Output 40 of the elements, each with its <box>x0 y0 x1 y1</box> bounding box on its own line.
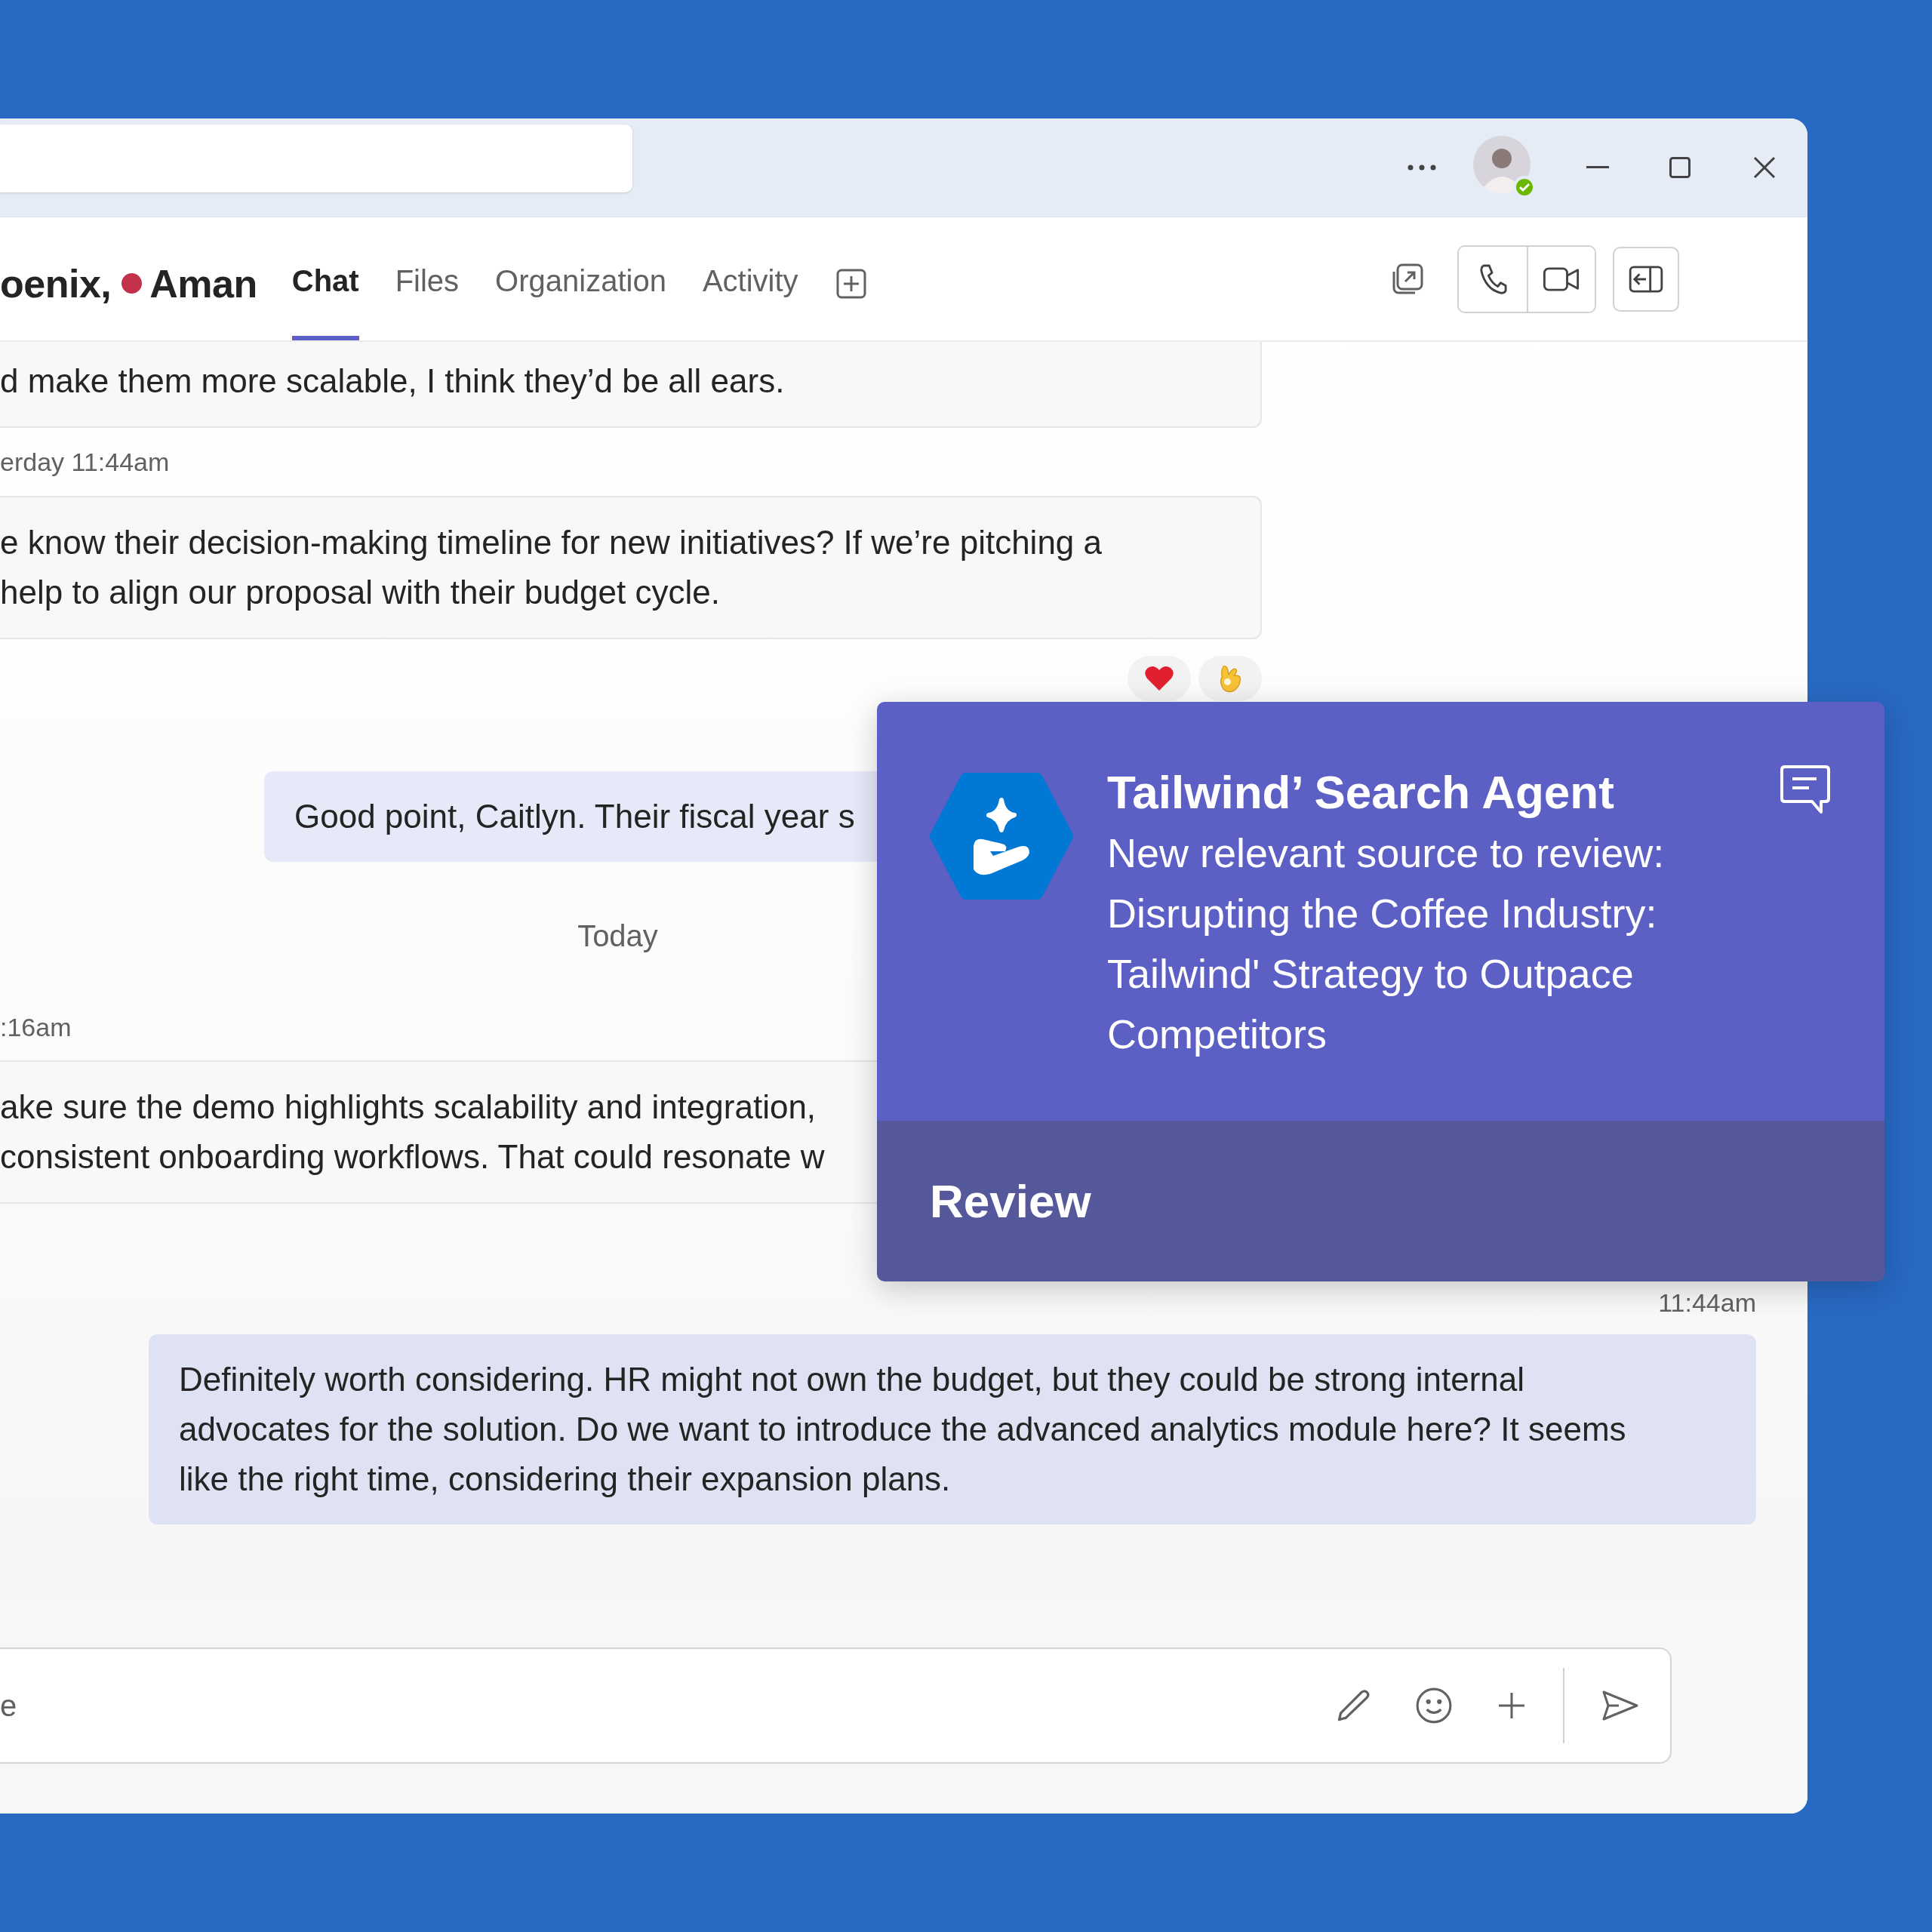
message-text: e know their decision-making timeline for new initiatives? If we’re pitching a <box>0 523 1102 562</box>
participant-name: oenix, <box>0 260 112 306</box>
participant-name: Aman <box>149 260 257 306</box>
notification-title: Tailwind’ Search Agent <box>1107 765 1615 820</box>
search-field[interactable] <box>0 125 632 192</box>
message-text: like the right time, considering their expansion plans. <box>179 1460 951 1499</box>
message-text: help to align our proposal with their budget cycle. <box>0 573 720 612</box>
more-icon[interactable] <box>1407 164 1437 171</box>
side-panel-button[interactable] <box>1613 246 1679 312</box>
maximize-icon[interactable] <box>1669 157 1690 178</box>
tab[interactable]: Files <box>395 217 460 340</box>
message-text: consistent onboarding workflows. That could resonate w <box>0 1137 825 1177</box>
heart-icon <box>1144 665 1174 692</box>
minimize-icon[interactable] <box>1586 166 1609 169</box>
message-text: ake sure the demo highlights scalability and integration, <box>0 1088 817 1127</box>
hexagon-hand-icon <box>930 771 1073 901</box>
message-field[interactable]: e <box>0 1688 1291 1723</box>
timestamp: :16am <box>0 1012 72 1043</box>
tab[interactable]: Activity <box>702 217 798 340</box>
phone-icon <box>1478 263 1507 295</box>
pop-out-icon[interactable] <box>1391 262 1424 296</box>
timestamp: erday 11:44am <box>0 447 170 478</box>
message-text: d make them more scalable, I think they’d be all ears. <box>0 361 785 401</box>
video-camera-icon <box>1543 266 1580 291</box>
date-divider: Today <box>577 918 658 954</box>
timestamp: 11:44am <box>1658 1287 1756 1318</box>
message-text: Good point, Caitlyn. Their fiscal year s <box>294 797 855 836</box>
emoji-icon[interactable] <box>1415 1687 1453 1724</box>
video-call-button[interactable] <box>1527 246 1595 312</box>
notification-message: New relevant source to review: Disrupting the Coffee Industry: Tailwind' Strategy to Outpace Competitors <box>1107 829 1666 1058</box>
hand-gesture-icon <box>1218 663 1242 694</box>
panel-icon <box>1629 265 1663 293</box>
tab[interactable]: Organization <box>495 217 666 340</box>
review-button[interactable]: Review <box>877 1121 1884 1281</box>
plus-icon[interactable] <box>1497 1690 1527 1721</box>
message-text: advocates for the solution. Do we want to introduce the advanced analytics module here? It seems <box>179 1410 1626 1449</box>
add-tab-icon[interactable] <box>835 268 866 299</box>
message-text: Definitely worth considering. HR might not own the budget, but they could be strong internal <box>179 1360 1524 1399</box>
close-icon[interactable] <box>1753 156 1776 179</box>
send-icon[interactable] <box>1601 1689 1640 1722</box>
